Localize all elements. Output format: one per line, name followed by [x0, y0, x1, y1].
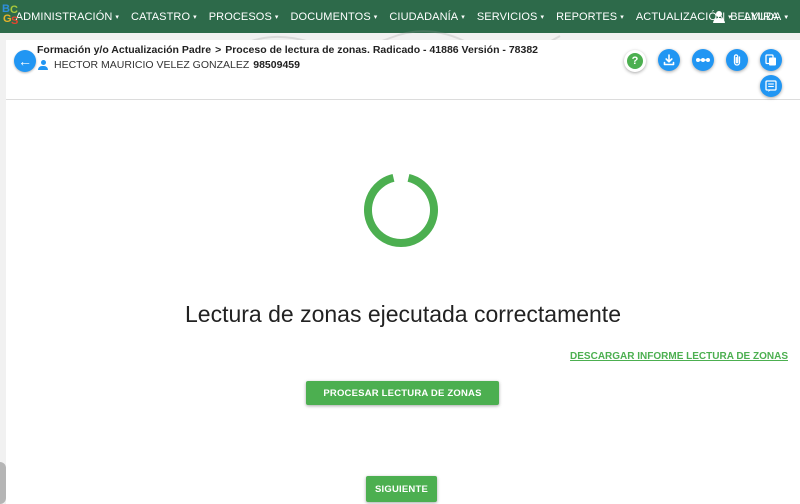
caret-down-icon: ▾	[115, 13, 120, 21]
back-button[interactable]: ←	[14, 50, 36, 72]
nav-catastro[interactable]: CATASTRO ▾	[131, 11, 197, 23]
nav-ciudadania[interactable]: CIUDADANÍA ▾	[389, 11, 464, 23]
attach-button[interactable]	[726, 49, 748, 71]
download-icon	[663, 54, 675, 66]
caret-down-icon: ▾	[784, 13, 788, 21]
applicant-name: HECTOR MAURICIO VELEZ GONZALEZ	[54, 59, 250, 71]
nav-procesos[interactable]: PROCESOS ▾	[209, 11, 279, 23]
side-drawer-handle[interactable]	[0, 462, 6, 504]
arrow-left-icon: ←	[18, 53, 32, 69]
download-button[interactable]	[658, 49, 680, 71]
nav-servicios[interactable]: SERVICIOS ▾	[477, 11, 544, 23]
download-report-link[interactable]: DESCARGAR INFORME LECTURA DE ZONAS	[570, 351, 788, 362]
list-icon	[765, 80, 777, 92]
copy-button[interactable]	[760, 49, 782, 71]
chevron-right-icon: >	[215, 44, 222, 56]
caret-down-icon: ▾	[193, 13, 197, 21]
process-header: ← Formación y/o Actualización Padre > Proc…	[6, 40, 800, 100]
nav-reportes[interactable]: REPORTES ▾	[556, 11, 624, 23]
flow-button[interactable]	[692, 49, 714, 71]
breadcrumb-current: Proceso de lectura de zonas. Radicado - …	[225, 44, 539, 56]
breadcrumb-parent[interactable]: Formación y/o Actualización Padre	[37, 44, 211, 56]
logo-letter-s: S	[11, 15, 19, 27]
progress-ring-icon	[364, 174, 438, 247]
attach-icon	[733, 54, 741, 66]
next-button[interactable]: SIGUIENTE	[366, 476, 437, 502]
notes-button[interactable]	[760, 75, 782, 97]
nav-documentos[interactable]: DOCUMENTOS ▾	[291, 11, 378, 23]
caret-down-icon: ▾	[461, 13, 465, 21]
applicant-info: HECTOR MAURICIO VELEZ GONZALEZ 98509459	[38, 59, 300, 71]
copy-icon	[765, 54, 776, 66]
nav-administracion[interactable]: ADMINISTRACIÓN ▾	[16, 11, 119, 23]
status-message: Lectura de zonas ejecutada correctamente	[185, 301, 621, 327]
person-icon	[38, 60, 48, 70]
user-menu[interactable]: BELMIRA ▾	[713, 0, 788, 33]
main-card: ← Formación y/o Actualización Padre > Proc…	[6, 40, 800, 504]
more-horizontal-icon	[696, 58, 710, 62]
caret-down-icon: ▾	[620, 13, 624, 21]
caret-down-icon: ▾	[274, 13, 279, 21]
process-zones-button[interactable]: PROCESAR LECTURA DE ZONAS	[306, 381, 499, 405]
caret-down-icon: ▾	[540, 13, 545, 21]
applicant-id: 98509459	[253, 59, 300, 71]
caret-down-icon: ▾	[373, 13, 378, 21]
help-button[interactable]: ?	[624, 50, 646, 72]
breadcrumb: Formación y/o Actualización Padre > Proces…	[37, 44, 538, 56]
user-icon	[713, 10, 726, 23]
help-icon: ?	[627, 53, 643, 69]
bcgs-logo[interactable]: B C G S	[0, 0, 18, 33]
user-name: BELMIRA	[730, 10, 779, 23]
